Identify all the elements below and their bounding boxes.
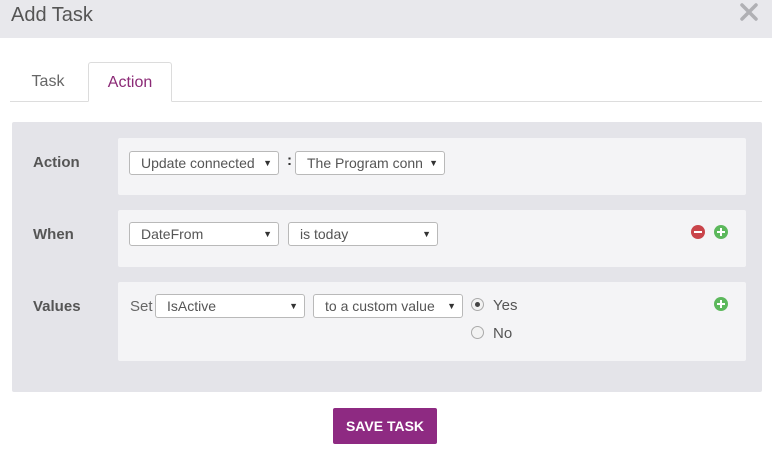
when-row: DateFrom ▼ is today ▼ bbox=[118, 210, 746, 267]
action-target-select[interactable]: The Program conn ▼ bbox=[295, 151, 445, 175]
when-field-select[interactable]: DateFrom ▼ bbox=[129, 222, 279, 246]
values-row: Set IsActive ▼ to a custom value ▼ Yes N… bbox=[118, 282, 746, 361]
action-separator: : bbox=[287, 152, 292, 169]
caret-down-icon: ▼ bbox=[263, 158, 272, 168]
radio-yes[interactable] bbox=[471, 298, 484, 311]
radio-no[interactable] bbox=[471, 326, 484, 339]
values-field-select[interactable]: IsActive ▼ bbox=[155, 294, 305, 318]
action-type-select[interactable]: Update connected ▼ bbox=[129, 151, 279, 175]
plus-circle-icon[interactable] bbox=[714, 225, 728, 239]
when-condition-select[interactable]: is today ▼ bbox=[288, 222, 438, 246]
set-label: Set bbox=[130, 298, 153, 315]
when-row-label: When bbox=[33, 226, 74, 243]
close-icon[interactable] bbox=[736, 0, 762, 25]
save-task-button[interactable]: SAVE TASK bbox=[333, 408, 437, 444]
action-row-label: Action bbox=[33, 154, 80, 171]
radio-yes-label: Yes bbox=[493, 297, 518, 314]
caret-down-icon: ▼ bbox=[429, 158, 438, 168]
caret-down-icon: ▼ bbox=[447, 301, 456, 311]
dialog-title: Add Task bbox=[11, 4, 93, 26]
action-panel: Action Update connected ▼ : The Program … bbox=[12, 122, 762, 392]
caret-down-icon: ▼ bbox=[263, 229, 272, 239]
minus-circle-icon[interactable] bbox=[691, 225, 705, 239]
values-row-label: Values bbox=[33, 298, 81, 315]
plus-circle-icon[interactable] bbox=[714, 297, 728, 311]
caret-down-icon: ▼ bbox=[422, 229, 431, 239]
tab-task[interactable]: Task bbox=[11, 62, 85, 102]
action-row: Update connected ▼ : The Program conn ▼ bbox=[118, 138, 746, 195]
values-mode-select[interactable]: to a custom value ▼ bbox=[313, 294, 463, 318]
caret-down-icon: ▼ bbox=[289, 301, 298, 311]
dialog-header: Add Task bbox=[0, 0, 772, 38]
radio-no-label: No bbox=[493, 325, 513, 342]
tab-action[interactable]: Action bbox=[88, 62, 172, 102]
